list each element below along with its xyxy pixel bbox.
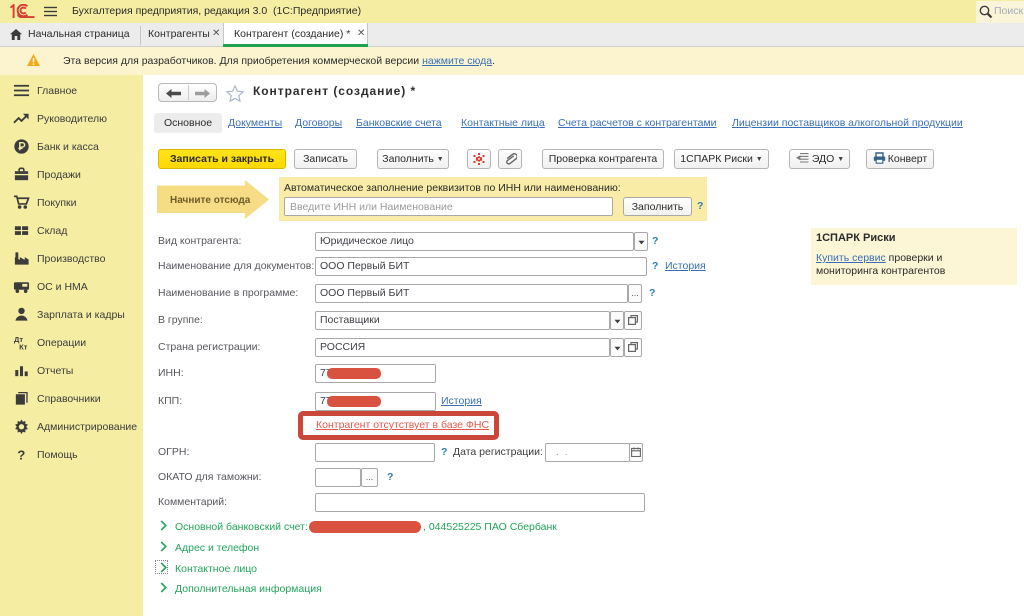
svg-text:Кт: Кт (19, 343, 28, 351)
svg-text:Начните отсюда: Начните отсюда (170, 195, 251, 206)
svg-text:?: ? (17, 448, 25, 463)
